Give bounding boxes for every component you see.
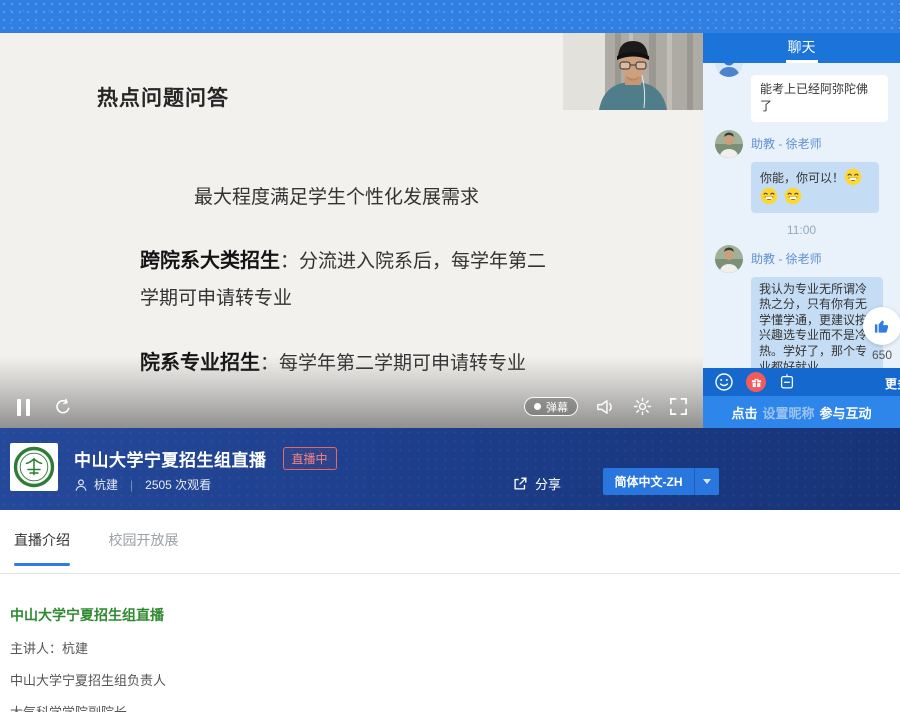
slide-subtitle: 最大程度满足学生个性化发展需求 [194,182,479,209]
view-count: 2505 次观看 [145,476,211,493]
slide-item-1-text: 分流进入院系后，每学年第二 [299,251,546,272]
live-stream-page: 热点问题问答 最大程度满足学生个性化发展需求 跨院系大类招生：分流进入院系后，每… [0,0,900,712]
gift-button[interactable] [746,372,766,392]
fullscreen-icon [669,397,688,416]
settings-button[interactable] [633,397,652,416]
teacher-avatar-icon [715,245,743,273]
chat-bubble: 能考上已经阿弥陀佛了 [751,75,888,122]
chat-timestamp: 11:00 [715,223,888,237]
slide-item-1-sep: ： [280,251,299,272]
grin-emoji [760,187,778,205]
presenter-webcam [563,33,703,110]
teacher-avatar-icon [715,130,743,158]
volume-button[interactable] [595,398,616,416]
share-icon [512,476,528,492]
presenter-icon [74,478,88,492]
meta-divider: | [130,478,133,492]
avatar [715,63,743,77]
like-widget: 650 [860,307,900,362]
join-interaction-bar[interactable]: 点击 设置昵称 参与互动 [703,396,900,428]
smiley-icon [714,372,734,392]
video-player: 热点问题问答 最大程度满足学生个性化发展需求 跨院系大类招生：分流进入院系后，每… [0,33,703,428]
university-seal-icon [13,446,55,488]
set-nickname-link[interactable]: 设置昵称 [762,403,814,422]
more-link[interactable]: 更多 [885,375,900,392]
tab-campus-open-day-label: 校园开放展 [108,532,178,548]
chat-author-row: 助教 - 徐老师 [715,245,888,273]
chat-author-name: 助教 - 徐老师 [751,135,822,152]
share-button[interactable]: 分享 [512,474,561,493]
slide-item-1-label: 跨院系大类招生 [140,250,280,272]
language-select[interactable]: 简体中文-ZH [603,468,719,495]
tab-live-intro-label: 直播介绍 [14,532,70,548]
description-line: 大气科学学院副院长 [10,702,890,712]
emoji-button[interactable] [714,372,734,392]
presenter-video-frame [563,33,703,110]
danmaku-toggle[interactable]: 弹幕 [524,397,578,416]
like-count: 650 [860,348,900,362]
avatar [715,245,743,273]
gift-icon [751,377,762,388]
active-tab-underline [14,563,70,566]
avatar [715,130,743,158]
chat-messages[interactable]: 能考上已经阿弥陀佛了 助教 - 徐老师 你能，你可以！ [703,63,900,368]
stream-title: 中山大学宁夏招生组直播 [74,446,267,471]
chat-panel: 聊天 能考上已经阿弥陀佛了 [703,33,900,428]
top-banner [0,0,900,33]
gear-icon [633,397,652,416]
fullscreen-button[interactable] [669,397,688,416]
pause-button[interactable] [17,399,30,416]
tab-live-intro[interactable]: 直播介绍 [14,510,70,570]
join-suffix: 参与互动 [820,403,872,422]
chevron-down-icon [695,479,719,484]
grin-emoji [844,168,862,186]
thumbs-up-icon [872,316,892,336]
description-line: 主讲人：杭建 [10,638,890,657]
player-control-bar: 弹幕 [0,356,703,428]
grin-emoji [784,187,802,205]
chat-message: 能考上已经阿弥陀佛了 [715,63,888,122]
event-list-button[interactable] [778,373,796,391]
description-line: 中山大学宁夏招生组负责人 [10,670,890,689]
chat-toolbar: 更多 [703,368,900,396]
student-avatar-icon [715,63,743,77]
description-title: 中山大学宁夏招生组直播 [10,605,890,625]
live-status-badge: 直播中 [283,447,337,470]
emoji-line [760,187,870,206]
stream-info-bar: 中山大学宁夏招生组直播 直播中 杭建 | 2505 次观看 分享 简体中文-ZH [0,428,900,510]
chat-author-name: 助教 - 徐老师 [751,250,822,267]
slide-item-1: 跨院系大类招生：分流进入院系后，每学年第二 [140,244,546,273]
join-prefix: 点击 [731,403,757,422]
presenter-name: 杭建 [94,476,118,493]
tab-campus-open-day[interactable]: 校园开放展 [108,510,178,570]
slide-item-1-text-line2: 学期可申请转专业 [140,283,292,310]
refresh-button[interactable] [54,398,72,416]
university-logo [10,443,58,491]
chat-bubble: 你能，你可以！ [751,162,879,213]
speaker-icon [595,398,616,416]
clipboard-icon [778,373,796,391]
refresh-icon [54,398,72,416]
danmaku-dot-icon [534,403,541,410]
chat-title: 聊天 [703,33,900,61]
chat-bubble-text: 你能，你可以！ [760,171,844,185]
like-button[interactable] [863,307,900,345]
slide-heading: 热点问题问答 [97,82,229,112]
danmaku-label: 弹幕 [546,399,568,415]
chat-header: 聊天 [703,33,900,63]
language-selected-value: 简体中文-ZH [603,473,694,490]
stream-description: 中山大学宁夏招生组直播 主讲人：杭建 中山大学宁夏招生组负责人 大气科学学院副院… [0,575,900,712]
share-label: 分享 [535,474,561,493]
chat-author-row: 助教 - 徐老师 [715,130,888,158]
content-tabs: 直播介绍 校园开放展 [0,510,900,574]
